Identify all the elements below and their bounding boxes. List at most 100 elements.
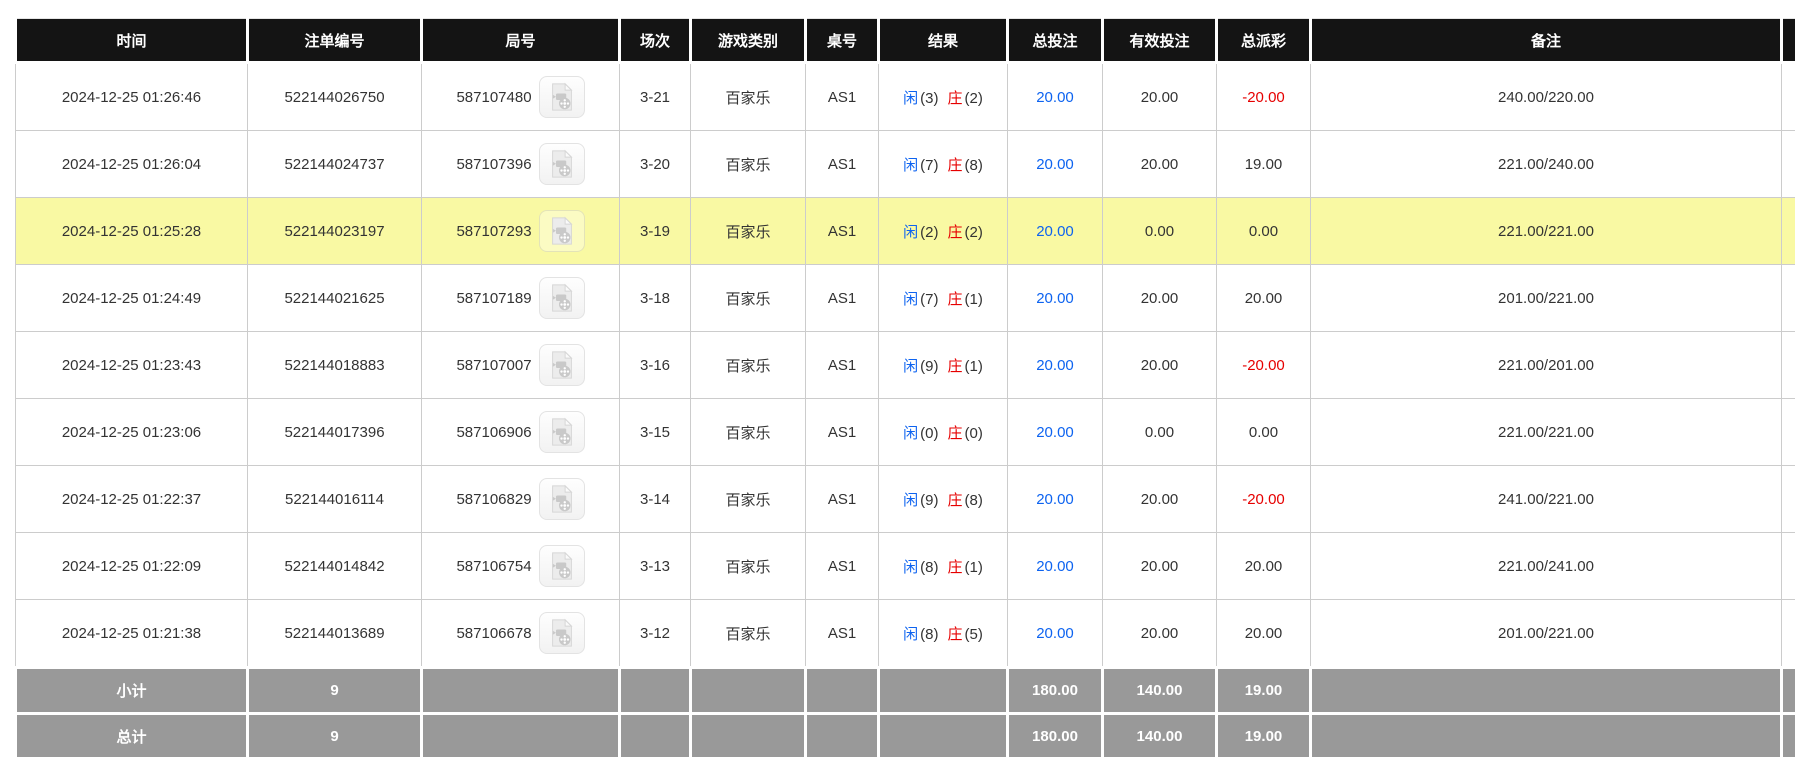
game-type: 百家乐: [725, 157, 770, 174]
cell-extra: [1782, 265, 1795, 332]
grand-total-total-bet: 180.00: [1008, 714, 1103, 757]
player-points: (7): [920, 291, 938, 308]
cell-bet-no: 522144023197: [248, 198, 422, 265]
banker-points: (8): [965, 492, 983, 509]
table-number: AS1: [828, 223, 856, 240]
cell-game-no: 587107293: [422, 198, 620, 265]
video-file-icon: [547, 149, 577, 179]
banker-points: (1): [965, 291, 983, 308]
table-row[interactable]: 2024-12-25 01:23:43 522144018883 5871070…: [16, 332, 1795, 399]
cell-result: 闲(0)庄(0): [879, 399, 1008, 466]
table-row[interactable]: 2024-12-25 01:22:37 522144016114 5871068…: [16, 466, 1795, 533]
bet-number: 522144024737: [284, 156, 384, 173]
banker-label: 庄: [948, 559, 963, 576]
cell-game-type: 百家乐: [691, 332, 806, 399]
video-replay-button[interactable]: [539, 478, 585, 520]
video-replay-button[interactable]: [539, 277, 585, 319]
cell-valid-bet: 20.00: [1103, 265, 1217, 332]
cell-extra: [1782, 466, 1795, 533]
session-number: 3-15: [640, 424, 670, 441]
col-header-time: 时间: [16, 19, 248, 63]
col-header-table-no: 桌号: [806, 19, 879, 63]
cell-valid-bet: 0.00: [1103, 399, 1217, 466]
cell-time: 2024-12-25 01:26:46: [16, 63, 248, 131]
valid-bet-amount: 20.00: [1141, 558, 1179, 575]
total-bet-amount: 20.00: [1036, 357, 1074, 374]
player-label: 闲: [903, 492, 918, 509]
cell-valid-bet: 20.00: [1103, 332, 1217, 399]
game-type: 百家乐: [725, 90, 770, 107]
subtotal-total-bet: 180.00: [1008, 668, 1103, 714]
total-bet-amount: 20.00: [1036, 223, 1074, 240]
table-row[interactable]: 2024-12-25 01:21:38 522144013689 5871066…: [16, 600, 1795, 668]
bet-number: 522144023197: [284, 223, 384, 240]
player-points: (2): [920, 224, 938, 241]
cell-payout: 20.00: [1217, 533, 1311, 600]
game-type: 百家乐: [725, 224, 770, 241]
subtotal-payout: 19.00: [1217, 668, 1311, 714]
cell-game-no: 587107480: [422, 63, 620, 131]
cell-session: 3-20: [620, 131, 691, 198]
table-row[interactable]: 2024-12-25 01:24:49 522144021625 5871071…: [16, 265, 1795, 332]
banker-label: 庄: [948, 425, 963, 442]
game-number: 587106829: [456, 491, 531, 508]
banker-points: (1): [965, 358, 983, 375]
video-replay-button[interactable]: [539, 143, 585, 185]
bet-number: 522144014842: [284, 558, 384, 575]
table-row[interactable]: 2024-12-25 01:25:28 522144023197 5871072…: [16, 198, 1795, 265]
cell-bet-no: 522144024737: [248, 131, 422, 198]
banker-points: (2): [965, 90, 983, 107]
table-row[interactable]: 2024-12-25 01:26:46 522144026750 5871074…: [16, 63, 1795, 131]
video-replay-button[interactable]: [539, 210, 585, 252]
total-bet-amount: 20.00: [1036, 558, 1074, 575]
cell-total-bet: 20.00: [1008, 399, 1103, 466]
bet-records-panel: 时间 注单编号 局号 场次 游戏类别 桌号 结果 总投注 有效投注 总派彩 备注…: [0, 0, 1795, 757]
table-number: AS1: [828, 156, 856, 173]
cell-extra: [1782, 198, 1795, 265]
game-number: 587106754: [456, 558, 531, 575]
cell-result: 闲(9)庄(8): [879, 466, 1008, 533]
cell-remark: 201.00/221.00: [1311, 600, 1782, 668]
bet-time: 2024-12-25 01:26:04: [62, 156, 201, 173]
col-header-remark: 备注: [1311, 19, 1782, 63]
video-replay-button[interactable]: [539, 411, 585, 453]
bet-number: 522144021625: [284, 290, 384, 307]
table-row[interactable]: 2024-12-25 01:22:09 522144014842 5871067…: [16, 533, 1795, 600]
game-type: 百家乐: [725, 425, 770, 442]
cell-extra: [1782, 63, 1795, 131]
bet-number: 522144026750: [284, 89, 384, 106]
game-number: 587106906: [456, 424, 531, 441]
col-header-game-no: 局号: [422, 19, 620, 63]
col-header-payout: 总派彩: [1217, 19, 1311, 63]
cell-total-bet: 20.00: [1008, 265, 1103, 332]
banker-points: (2): [965, 224, 983, 241]
table-number: AS1: [828, 558, 856, 575]
game-type: 百家乐: [725, 291, 770, 308]
cell-extra: [1782, 399, 1795, 466]
remark-balance: 221.00/240.00: [1498, 156, 1594, 173]
valid-bet-amount: 0.00: [1145, 424, 1174, 441]
cell-payout: -20.00: [1217, 332, 1311, 399]
payout-amount: -20.00: [1242, 89, 1285, 106]
banker-label: 庄: [948, 157, 963, 174]
cell-remark: 221.00/201.00: [1311, 332, 1782, 399]
cell-remark: 221.00/240.00: [1311, 131, 1782, 198]
video-replay-button[interactable]: [539, 612, 585, 654]
bet-time: 2024-12-25 01:23:06: [62, 424, 201, 441]
cell-game-no: 587107396: [422, 131, 620, 198]
game-type: 百家乐: [725, 492, 770, 509]
session-number: 3-16: [640, 357, 670, 374]
cell-total-bet: 20.00: [1008, 63, 1103, 131]
game-number: 587107293: [456, 223, 531, 240]
table-row[interactable]: 2024-12-25 01:26:04 522144024737 5871073…: [16, 131, 1795, 198]
table-row[interactable]: 2024-12-25 01:23:06 522144017396 5871069…: [16, 399, 1795, 466]
video-replay-button[interactable]: [539, 344, 585, 386]
total-bet-amount: 20.00: [1036, 290, 1074, 307]
player-points: (0): [920, 425, 938, 442]
cell-game-no: 587107189: [422, 265, 620, 332]
bet-time: 2024-12-25 01:22:37: [62, 491, 201, 508]
game-number: 587107480: [456, 89, 531, 106]
video-replay-button[interactable]: [539, 76, 585, 118]
video-replay-button[interactable]: [539, 545, 585, 587]
session-number: 3-21: [640, 89, 670, 106]
